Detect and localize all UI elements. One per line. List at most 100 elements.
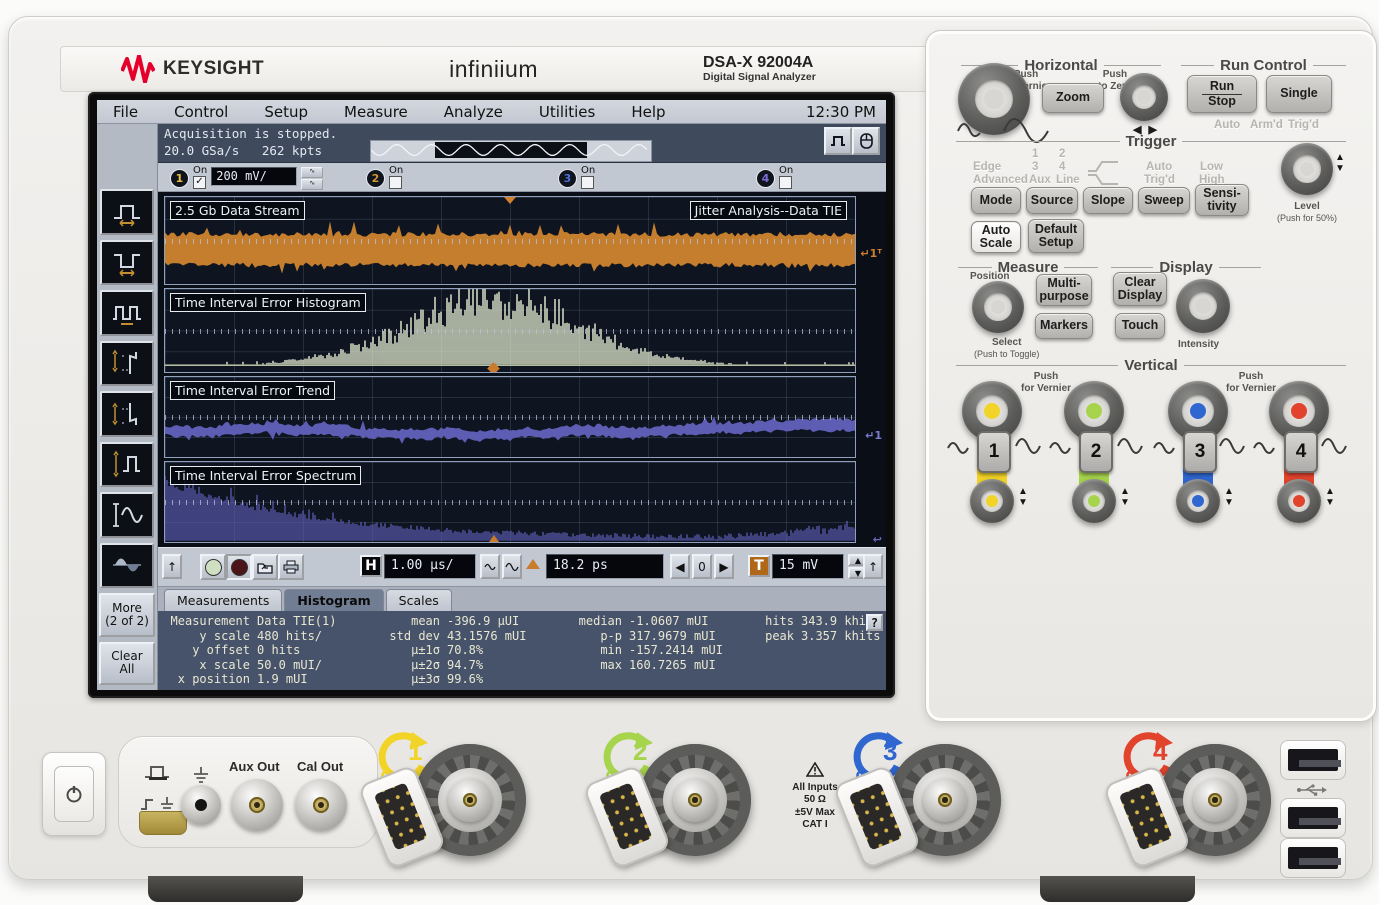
scroll-up-right-button[interactable]: ↑ [863, 554, 883, 579]
scroll-up-left-button[interactable]: ↑ [162, 554, 182, 579]
spectrum-center-marker[interactable] [489, 530, 500, 542]
channel-1-offset-knob[interactable] [970, 479, 1014, 523]
armed-lamp: Arm'd [1250, 119, 1283, 131]
channel-2-badge[interactable]: 2 [366, 169, 385, 188]
channel-3-offset-knob[interactable] [1176, 479, 1220, 523]
waveform-position-minimap[interactable] [370, 140, 652, 162]
mouse-pointer-button[interactable] [852, 127, 880, 155]
trigger-auto-label: Auto [1146, 161, 1173, 173]
run-control-section-header: Run Control [1181, 57, 1346, 74]
menu-utilities[interactable]: Utilities [539, 103, 595, 121]
trigger-position-marker[interactable] [504, 197, 516, 210]
timebase-field[interactable]: 1.00 µs/ [384, 554, 476, 579]
spectrum-reference-marker[interactable]: ↩ [873, 534, 882, 545]
scale-up-icon[interactable]: ∿ [301, 167, 324, 178]
sidebar-measure-button-6[interactable] [100, 441, 154, 488]
channel-2-offset-knob[interactable] [1072, 479, 1116, 523]
channel-1-on-label: On [193, 165, 208, 176]
channel-3-button[interactable]: 3 [1183, 431, 1217, 473]
sidebar-measure-button-1[interactable] [100, 189, 154, 235]
sidebar-measure-button-8[interactable] [100, 542, 154, 589]
channel-1-scale-spinner[interactable]: ∿ ∿ [301, 167, 324, 190]
grid-color-button[interactable] [200, 554, 226, 580]
channel-1-checkbox[interactable]: ✓ [193, 176, 206, 189]
tab-histogram[interactable]: Histogram [284, 589, 384, 611]
sidebar-measure-button-2[interactable] [100, 239, 154, 286]
channel-4-badge[interactable]: 4 [756, 169, 775, 188]
tab-measurements[interactable]: Measurements [164, 589, 283, 611]
delay-field[interactable]: 18.2 ps [546, 554, 664, 579]
channel-4-checkbox[interactable] [779, 176, 792, 189]
intensity-knob[interactable] [1176, 279, 1230, 333]
channel-4-button[interactable]: 4 [1284, 431, 1318, 473]
channel-3-checkbox[interactable] [581, 176, 594, 189]
trigger-sensitivity-button[interactable]: Sensi-tivity [1195, 184, 1249, 216]
more-button[interactable]: More (2 of 2) [99, 593, 155, 637]
channel-2-input-number: 2 [633, 736, 648, 766]
trigger-sweep-button[interactable]: Sweep [1138, 187, 1190, 214]
delay-right-button[interactable]: ▶ [714, 554, 734, 579]
scale-down-icon[interactable]: ∿ [301, 179, 324, 190]
menu-help[interactable]: Help [631, 103, 665, 121]
channel-1-input-number: 1 [408, 736, 423, 766]
menu-file[interactable]: File [113, 103, 138, 121]
auto-scale-button[interactable]: Auto Scale [971, 221, 1021, 253]
aux-cal-panel: Aux Out Cal Out [118, 736, 378, 848]
zoom-button[interactable]: Zoom [1042, 83, 1104, 113]
run-stop-button[interactable]: Run Stop [1187, 75, 1257, 113]
model-description: Digital Signal Analyzer [703, 70, 816, 83]
sidebar-measure-button-3[interactable] [100, 290, 154, 336]
channel-4-offset-knob[interactable] [1277, 479, 1321, 523]
measure-position-knob[interactable] [972, 281, 1024, 333]
background-color-button[interactable] [226, 554, 252, 580]
panel-tie-histogram: Time Interval Error Histogram [164, 288, 856, 374]
menu-measure[interactable]: Measure [344, 103, 408, 121]
probe-comp-pulse-icon [145, 766, 169, 780]
channel-3-badge[interactable]: 3 [558, 169, 577, 188]
menu-setup[interactable]: Setup [264, 103, 308, 121]
channel-2-button[interactable]: 2 [1079, 431, 1113, 473]
horizontal-position-knob[interactable] [1120, 73, 1168, 121]
menu-analyze[interactable]: Analyze [444, 103, 503, 121]
channel-2-on-label: On [389, 165, 404, 176]
center-graticule [165, 500, 855, 506]
channel-2-checkbox[interactable] [389, 176, 402, 189]
sidebar-measure-button-7[interactable] [100, 492, 154, 538]
measure-peak-to-peak-icon [113, 502, 143, 527]
sidebar-measure-button-5[interactable] [100, 391, 154, 437]
panel-tie-spectrum: Time Interval Error Spectrum [164, 461, 856, 543]
markers-button[interactable]: Markers [1035, 313, 1093, 339]
trigger-level-field[interactable]: 15 mV [772, 554, 844, 579]
tab-scales[interactable]: Scales [385, 589, 452, 611]
stream-trigger-level-marker[interactable]: ↵1ᵀ [860, 248, 882, 259]
power-button[interactable] [42, 752, 106, 836]
large-sine-button[interactable] [502, 554, 522, 579]
clear-all-button[interactable]: Clear All [99, 641, 155, 686]
rising-edge-icon [1088, 161, 1118, 172]
default-setup-button[interactable]: Default Setup [1028, 219, 1084, 253]
trigger-slope-button[interactable]: Slope [1083, 187, 1133, 214]
channel-1-button[interactable]: 1 [977, 431, 1011, 473]
trigger-source-4-label: 4 [1059, 161, 1066, 173]
small-sine-button[interactable] [480, 554, 500, 579]
multipurpose-button[interactable]: Multi-purpose [1036, 274, 1092, 306]
pulse-mode-button[interactable] [824, 127, 852, 155]
clear-display-button[interactable]: Clear Display [1113, 272, 1167, 306]
open-setup-button[interactable] [252, 554, 278, 580]
help-button[interactable]: ? [866, 614, 883, 631]
single-button[interactable]: Single [1266, 75, 1332, 113]
instrument-foot-right [1040, 876, 1195, 902]
delay-zero-button[interactable]: 0 [692, 554, 712, 579]
sidebar-measure-button-4[interactable] [100, 340, 154, 387]
trigger-mode-button[interactable]: Mode [971, 187, 1021, 214]
trend-reference-marker[interactable]: ↵1 [865, 430, 882, 441]
panel-label-data-stream: 2.5 Gb Data Stream [170, 201, 305, 220]
menu-control[interactable]: Control [174, 103, 228, 121]
touch-button[interactable]: Touch [1115, 313, 1165, 339]
trigger-level-knob[interactable] [1281, 143, 1333, 195]
print-button[interactable] [278, 554, 304, 580]
delay-left-button[interactable]: ◀ [670, 554, 690, 579]
trigger-source-button[interactable]: Source [1026, 187, 1078, 214]
channel-1-badge[interactable]: 1 [170, 169, 189, 188]
channel-1-scale-field[interactable]: 200 mV/ [211, 167, 298, 186]
